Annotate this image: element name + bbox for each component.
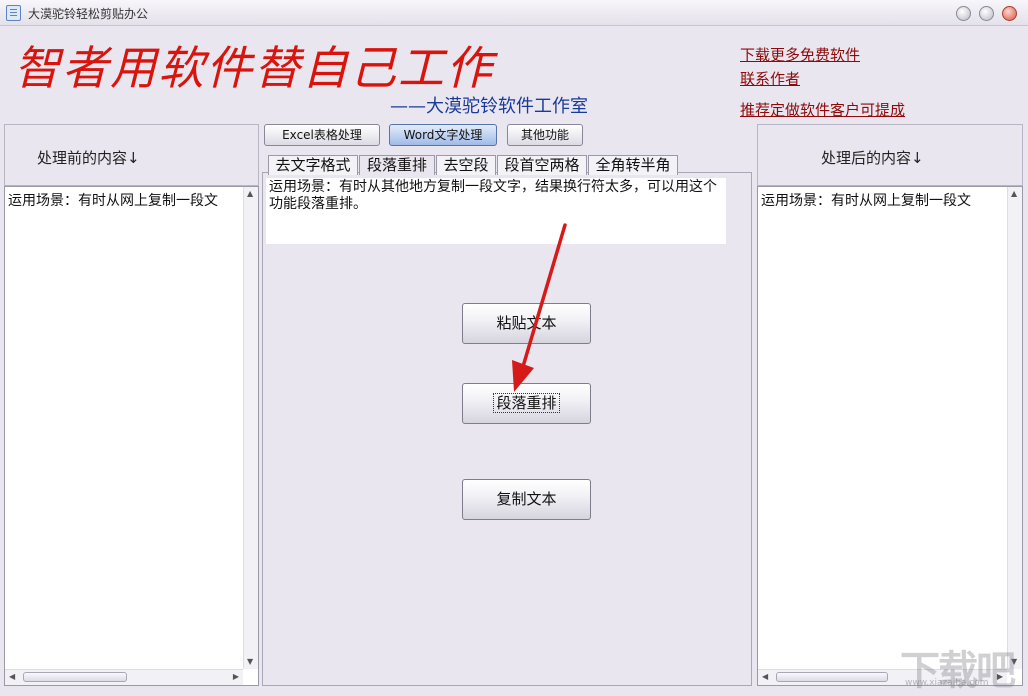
other-functions-button[interactable]: 其他功能 (507, 124, 583, 146)
copy-text-label: 复制文本 (496, 490, 557, 508)
result-scroll-thumb[interactable] (776, 672, 888, 682)
title-bar[interactable]: 大漠驼铃轻松剪贴办公 (0, 0, 1028, 26)
word-mode-button[interactable]: Word文字处理 (389, 124, 497, 146)
scroll-up-arrow-icon[interactable]: ▲ (247, 190, 253, 198)
watermark-url: www.xiazaiba.com (905, 678, 989, 688)
scroll-down-arrow-icon[interactable]: ▼ (247, 658, 253, 666)
right-panel-title: 处理后的内容↓ (821, 149, 924, 167)
contact-author-link[interactable]: 联系作者 (740, 68, 800, 89)
custom-software-link[interactable]: 推荐定做软件客户可提成 (740, 99, 905, 120)
scroll-up-arrow-icon[interactable]: ▲ (1011, 190, 1017, 198)
red-annotation-arrow-icon (512, 223, 567, 392)
maximize-button[interactable] (979, 6, 994, 21)
excel-mode-button[interactable]: Excel表格处理 (264, 124, 380, 146)
feature-description: 运用场景：有时从其他地方复制一段文字，结果换行符太多，可以用这个功能段落重排。 (266, 178, 726, 244)
slogan: 智者用软件替自己工作 (14, 41, 494, 95)
left-panel-title: 处理前的内容↓ (37, 149, 140, 167)
result-text: 运用场景：有时从网上复制一段文 (761, 193, 971, 209)
tab-paragraph-reflow[interactable]: 段落重排 (359, 155, 435, 175)
studio-name: ——大漠驼铃软件工作室 (390, 96, 588, 117)
tab-indent-two-spaces[interactable]: 段首空两格 (497, 155, 587, 175)
download-more-link[interactable]: 下载更多免费软件 (740, 44, 860, 65)
left-panel-header: 处理前的内容↓ (4, 124, 259, 186)
source-scroll-thumb[interactable] (23, 672, 127, 682)
source-text: 运用场景：有时从网上复制一段文 (8, 193, 218, 209)
source-horizontal-scrollbar[interactable]: ◀ ▶ (5, 669, 243, 685)
tab-fullwidth-to-halfwidth[interactable]: 全角转半角 (588, 155, 678, 175)
result-vertical-scrollbar[interactable]: ▲ ▼ (1007, 187, 1022, 669)
tab-remove-format[interactable]: 去文字格式 (268, 155, 358, 175)
copy-text-button[interactable]: 复制文本 (462, 479, 591, 520)
result-text-area[interactable]: 运用场景：有时从网上复制一段文 ▲ ▼ ◀ ▶ (757, 186, 1023, 686)
scroll-left-arrow-icon[interactable]: ◀ (762, 673, 768, 681)
minimize-button[interactable] (956, 6, 971, 21)
scroll-left-arrow-icon[interactable]: ◀ (9, 673, 15, 681)
source-vertical-scrollbar[interactable]: ▲ ▼ (243, 187, 258, 669)
tab-remove-empty-paragraphs[interactable]: 去空段 (436, 155, 496, 175)
close-button[interactable] (1002, 6, 1017, 21)
scroll-right-arrow-icon[interactable]: ▶ (233, 673, 239, 681)
right-panel-header: 处理后的内容↓ (757, 124, 1023, 186)
app-icon (6, 5, 21, 21)
window-title: 大漠驼铃轻松剪贴办公 (28, 7, 149, 21)
source-text-area[interactable]: 运用场景：有时从网上复制一段文 ▲ ▼ ◀ ▶ (4, 186, 259, 686)
